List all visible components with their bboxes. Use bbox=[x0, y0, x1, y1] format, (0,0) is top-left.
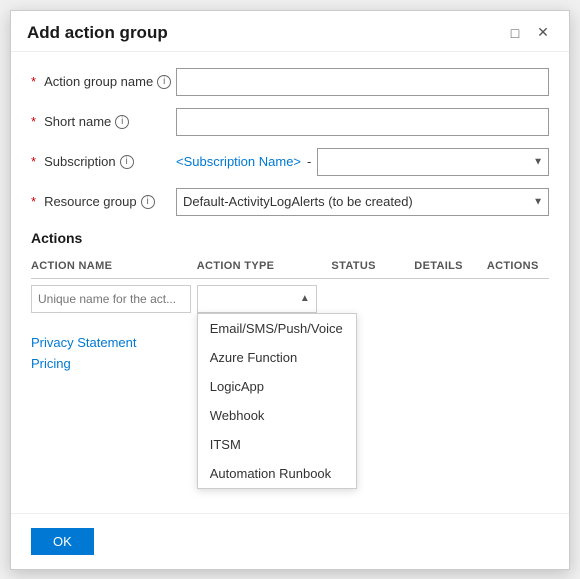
subscription-select[interactable] bbox=[317, 148, 549, 176]
action-type-menu: Email/SMS/Push/Voice Azure Function Logi… bbox=[197, 313, 357, 489]
minimize-button[interactable]: □ bbox=[505, 23, 525, 43]
required-star-4: * bbox=[31, 194, 36, 209]
dialog-controls: □ ✕ bbox=[505, 23, 553, 43]
chevron-up-icon: ▲ bbox=[300, 293, 310, 304]
pricing-link[interactable]: Pricing bbox=[31, 356, 71, 371]
action-group-name-input[interactable] bbox=[176, 68, 549, 96]
col-header-action-name: ACTION NAME bbox=[31, 254, 197, 279]
resource-group-select-wrapper: Default-ActivityLogAlerts (to be created… bbox=[176, 188, 549, 216]
subscription-control-area: <Subscription Name> - ▼ bbox=[176, 148, 549, 176]
actions-table: ACTION NAME ACTION TYPE STATUS DETAILS A… bbox=[31, 254, 549, 319]
action-name-cell bbox=[31, 278, 197, 319]
resource-group-info-icon: i bbox=[141, 195, 155, 209]
dialog-body: * Action group name i * Short name i * S… bbox=[11, 52, 569, 513]
add-action-group-dialog: Add action group □ ✕ * Action group name… bbox=[10, 10, 570, 570]
required-star-3: * bbox=[31, 154, 36, 169]
dropdown-item-automation-runbook[interactable]: Automation Runbook bbox=[198, 459, 356, 488]
dialog-header: Add action group □ ✕ bbox=[11, 11, 569, 52]
subscription-info-icon: i bbox=[120, 155, 134, 169]
col-header-action-type: ACTION TYPE bbox=[197, 254, 332, 279]
privacy-statement-link[interactable]: Privacy Statement bbox=[31, 335, 137, 350]
action-group-name-info-icon: i bbox=[157, 75, 171, 89]
subscription-name-display: <Subscription Name> bbox=[176, 154, 301, 169]
action-type-trigger[interactable]: ▲ bbox=[197, 285, 317, 313]
col-header-actions: ACTIONS bbox=[487, 254, 549, 279]
details-cell bbox=[414, 278, 487, 319]
actions-section-title: Actions bbox=[31, 230, 549, 246]
action-group-name-row: * Action group name i bbox=[31, 68, 549, 96]
dialog-title: Add action group bbox=[27, 23, 168, 43]
dialog-footer: OK bbox=[11, 513, 569, 569]
action-group-name-label: * Action group name i bbox=[31, 74, 176, 89]
subscription-dash: - bbox=[307, 154, 311, 169]
col-header-details: DETAILS bbox=[414, 254, 487, 279]
resource-group-select[interactable]: Default-ActivityLogAlerts (to be created… bbox=[176, 188, 549, 216]
short-name-label: * Short name i bbox=[31, 114, 176, 129]
required-star-2: * bbox=[31, 114, 36, 129]
dropdown-item-azure-function[interactable]: Azure Function bbox=[198, 343, 356, 372]
subscription-select-wrapper: ▼ bbox=[317, 148, 549, 176]
actions-cell bbox=[487, 278, 549, 319]
short-name-input[interactable] bbox=[176, 108, 549, 136]
action-name-input[interactable] bbox=[31, 285, 191, 313]
ok-button[interactable]: OK bbox=[31, 528, 94, 555]
short-name-info-icon: i bbox=[115, 115, 129, 129]
close-button[interactable]: ✕ bbox=[533, 23, 553, 43]
dropdown-item-logicapp[interactable]: LogicApp bbox=[198, 372, 356, 401]
table-header-row: ACTION NAME ACTION TYPE STATUS DETAILS A… bbox=[31, 254, 549, 279]
resource-group-label: * Resource group i bbox=[31, 194, 176, 209]
resource-group-row: * Resource group i Default-ActivityLogAl… bbox=[31, 188, 549, 216]
subscription-row: * Subscription i <Subscription Name> - ▼ bbox=[31, 148, 549, 176]
short-name-row: * Short name i bbox=[31, 108, 549, 136]
action-type-cell: ▲ Email/SMS/Push/Voice Azure Function Lo… bbox=[197, 278, 332, 319]
dropdown-item-itsm[interactable]: ITSM bbox=[198, 430, 356, 459]
dropdown-item-webhook[interactable]: Webhook bbox=[198, 401, 356, 430]
required-star: * bbox=[31, 74, 36, 89]
table-row: ▲ Email/SMS/Push/Voice Azure Function Lo… bbox=[31, 278, 549, 319]
dropdown-item-email[interactable]: Email/SMS/Push/Voice bbox=[198, 314, 356, 343]
subscription-label: * Subscription i bbox=[31, 154, 176, 169]
col-header-status: STATUS bbox=[331, 254, 414, 279]
action-type-dropdown: ▲ Email/SMS/Push/Voice Azure Function Lo… bbox=[197, 285, 317, 313]
